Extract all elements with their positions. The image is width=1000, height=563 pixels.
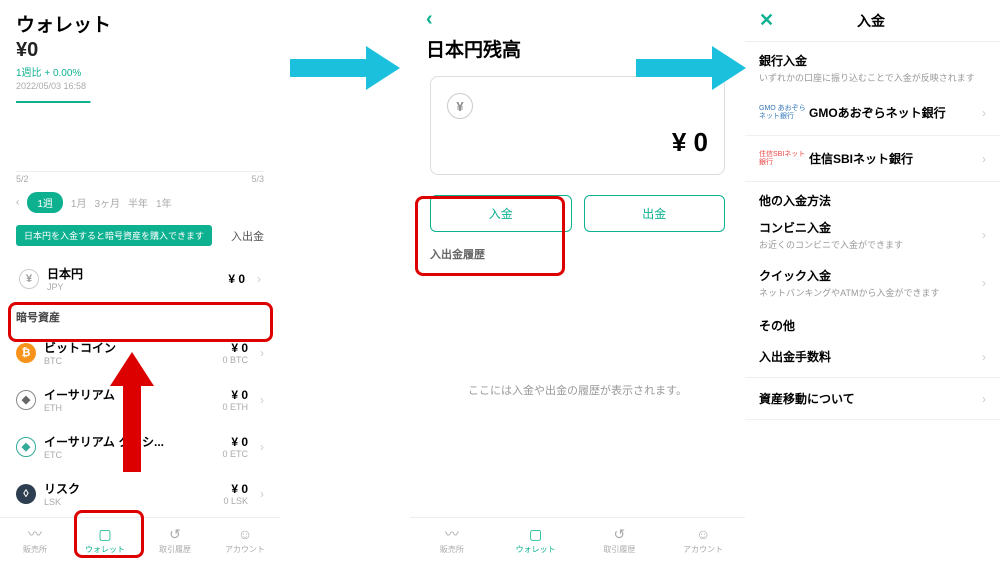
btc-icon: ₿ bbox=[16, 343, 36, 363]
tab-account[interactable]: ☺アカウント bbox=[661, 518, 745, 563]
history-icon: ↺ bbox=[165, 526, 185, 542]
bank-deposit-desc: いずれかの口座に振り込むことで入金が反映されます bbox=[745, 71, 1000, 90]
wallet-title: ウォレット bbox=[0, 0, 280, 39]
tab-account[interactable]: ☺アカウント bbox=[210, 518, 280, 563]
exchange-icon: 〰 bbox=[25, 526, 45, 542]
asset-jpy[interactable]: ¥ 日本円JPY ¥ 0 › bbox=[0, 252, 280, 305]
tabbar: 〰販売所 ▢ウォレット ↺取引履歴 ☺アカウント bbox=[0, 517, 280, 563]
balance-amount: ¥ 0 bbox=[447, 127, 708, 158]
bank-deposit-section: 銀行入金 bbox=[745, 42, 1000, 71]
range-prev[interactable]: ‹ bbox=[16, 197, 19, 208]
chevron-right-icon: › bbox=[260, 440, 264, 454]
range-6m[interactable]: 半年 bbox=[128, 195, 148, 210]
range-1y[interactable]: 1年 bbox=[156, 195, 172, 210]
lsk-icon: ◊ bbox=[16, 484, 36, 504]
chevron-right-icon: › bbox=[982, 152, 986, 166]
tab-wallet[interactable]: ▢ウォレット bbox=[70, 518, 140, 563]
wallet-icon: ▢ bbox=[95, 526, 115, 542]
arrow-up bbox=[110, 352, 154, 472]
wallet-icon: ▢ bbox=[526, 526, 546, 542]
range-selector: ‹ 1週 1月 3ヶ月 半年 1年 bbox=[0, 186, 280, 219]
bank-gmo[interactable]: GMO あおぞらネット銀行 GMOあおぞらネット銀行 › bbox=[745, 90, 1000, 136]
chevron-right-icon: › bbox=[260, 487, 264, 501]
wallet-timestamp: 2022/05/03 16:58 bbox=[0, 79, 280, 91]
chart-x-left: 5/2 bbox=[16, 174, 29, 184]
history-empty: ここには入金や出金の履歴が表示されます。 bbox=[410, 262, 745, 517]
balance-card: ¥ ¥ 0 bbox=[430, 76, 725, 175]
asset-lsk[interactable]: ◊ リスクLSK ¥ 00 LSK › bbox=[0, 470, 280, 517]
wallet-delta: 1週比 + 0.00% bbox=[0, 62, 280, 79]
close-icon[interactable]: ✕ bbox=[759, 10, 774, 31]
tab-wallet[interactable]: ▢ウォレット bbox=[494, 518, 578, 563]
history-label: 入出金履歴 bbox=[410, 246, 745, 262]
eth-icon: ◆ bbox=[16, 390, 36, 410]
bank-name: 住信SBIネット銀行 bbox=[809, 150, 982, 167]
account-icon: ☺ bbox=[235, 526, 255, 542]
arrow-right-2 bbox=[636, 46, 756, 90]
withdraw-button[interactable]: 出金 bbox=[584, 195, 726, 232]
bank-sbi[interactable]: 住信SBIネット銀行 住信SBIネット銀行 › bbox=[745, 136, 1000, 182]
etc-icon: ◆ bbox=[16, 437, 36, 457]
bank-name: GMOあおぞらネット銀行 bbox=[809, 104, 982, 121]
range-1w[interactable]: 1週 bbox=[27, 192, 63, 213]
asset-value: ¥ 0 bbox=[228, 272, 245, 286]
range-1m[interactable]: 1月 bbox=[71, 195, 87, 210]
deposit-button[interactable]: 入金 bbox=[430, 195, 572, 232]
chevron-right-icon: › bbox=[982, 228, 986, 242]
range-3m[interactable]: 3ヶ月 bbox=[94, 195, 120, 210]
chart-x-right: 5/3 bbox=[251, 174, 264, 184]
arrow-right-1 bbox=[290, 46, 410, 90]
tab-history[interactable]: ↺取引履歴 bbox=[140, 518, 210, 563]
sbi-logo-icon: 住信SBIネット銀行 bbox=[759, 151, 809, 166]
exchange-icon: 〰 bbox=[442, 526, 462, 542]
wallet-chart bbox=[16, 97, 264, 172]
asset-ticker: JPY bbox=[47, 282, 220, 292]
chevron-right-icon: › bbox=[260, 393, 264, 407]
chevron-right-icon: › bbox=[260, 346, 264, 360]
other-section: その他 bbox=[745, 307, 1000, 336]
io-link[interactable]: 入出金 bbox=[231, 228, 264, 244]
tab-exchange[interactable]: 〰販売所 bbox=[0, 518, 70, 563]
crypto-section-label: 暗号資産 bbox=[0, 305, 280, 329]
back-button[interactable]: ‹ bbox=[410, 0, 745, 31]
tabbar: 〰販売所 ▢ウォレット ↺取引履歴 ☺アカウント bbox=[410, 517, 745, 563]
fees-link[interactable]: 入出金手数料 › bbox=[745, 336, 1000, 378]
other-methods-section: 他の入金方法 bbox=[745, 182, 1000, 211]
chevron-right-icon: › bbox=[982, 350, 986, 364]
chevron-right-icon: › bbox=[982, 392, 986, 406]
gmo-logo-icon: GMO あおぞらネット銀行 bbox=[759, 105, 809, 120]
asset-name: 日本円 bbox=[47, 265, 220, 282]
deposit-title: 入金 bbox=[774, 11, 968, 31]
chevron-right-icon: › bbox=[982, 106, 986, 120]
chevron-right-icon: › bbox=[982, 276, 986, 290]
yen-icon: ¥ bbox=[447, 93, 473, 119]
history-icon: ↺ bbox=[609, 526, 629, 542]
quick-deposit[interactable]: クイック入金ネットバンキングやATMから入金ができます › bbox=[745, 259, 1000, 307]
tab-exchange[interactable]: 〰販売所 bbox=[410, 518, 494, 563]
chevron-right-icon: › bbox=[257, 272, 261, 286]
tab-history[interactable]: ↺取引履歴 bbox=[578, 518, 662, 563]
transfer-link[interactable]: 資産移動について › bbox=[745, 378, 1000, 420]
promo-banner[interactable]: 日本円を入金すると暗号資産を購入できます bbox=[16, 225, 212, 246]
account-icon: ☺ bbox=[693, 526, 713, 542]
yen-icon: ¥ bbox=[19, 269, 39, 289]
wallet-amount: ¥0 bbox=[0, 39, 280, 62]
konbini-deposit[interactable]: コンビニ入金お近くのコンビニで入金ができます › bbox=[745, 211, 1000, 259]
